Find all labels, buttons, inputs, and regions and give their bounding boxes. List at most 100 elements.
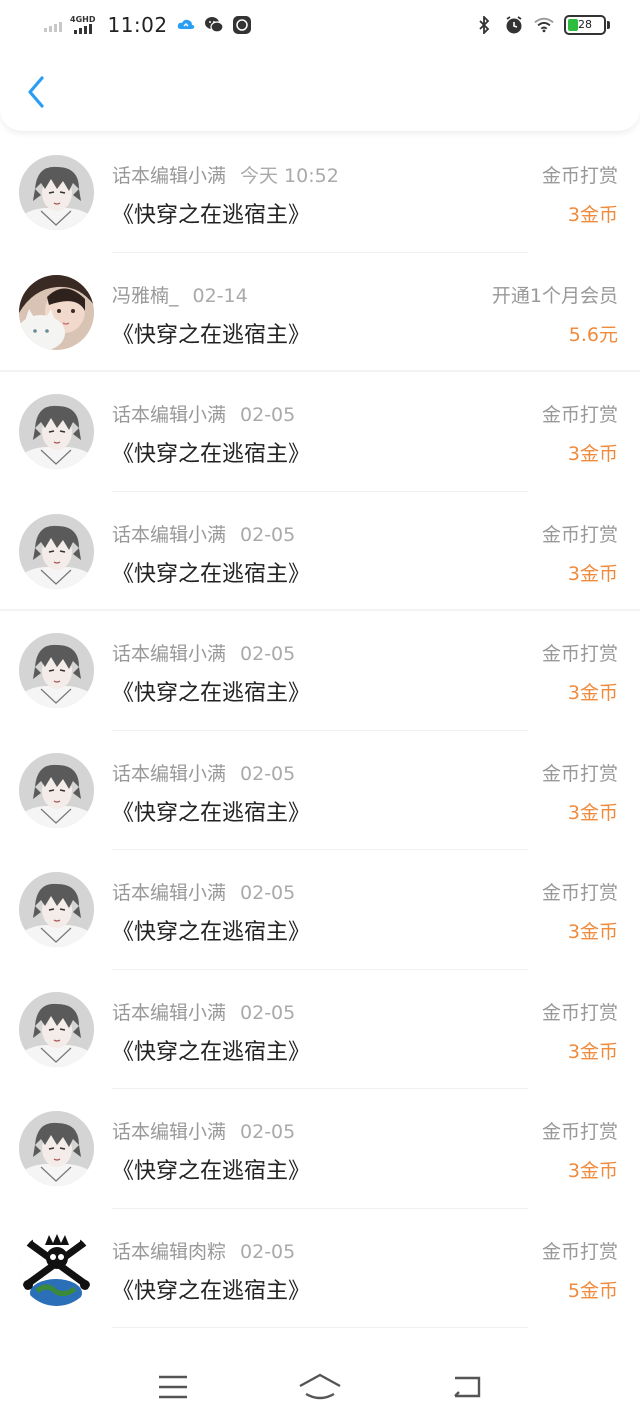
record-amount: 5金币	[567, 1279, 618, 1302]
row-divider	[112, 1327, 528, 1328]
list-item[interactable]: 话本编辑小满 02-05 《快穿之在逃宿主》 金币打赏 3金币	[0, 970, 640, 1089]
record-type: 金币打赏	[541, 165, 618, 187]
list-item[interactable]: 冯雅楠_ 02-14 《快穿之在逃宿主》 开通1个月会员 5.6元	[0, 253, 640, 372]
record-type: 金币打赏	[541, 404, 618, 426]
user-name: 话本编辑小满	[112, 1121, 227, 1143]
record-amount: 3金币	[567, 1160, 618, 1182]
user-line: 话本编辑小满 02-05	[112, 639, 295, 666]
app-notification-icon	[232, 15, 252, 35]
list-item[interactable]: 话本编辑小满 02-05 《快穿之在逃宿主》 金币打赏 3金币	[0, 1089, 640, 1209]
user-line: 话本编辑小满 02-05	[112, 878, 295, 905]
user-line: 话本编辑肉粽 02-05	[112, 1237, 295, 1264]
user-line: 话本编辑小满 02-05	[112, 759, 295, 786]
record-amount: 3金币	[567, 1040, 618, 1063]
battery-icon: 28	[564, 15, 610, 35]
record-list: 话本编辑小满 今天 10:52 《快穿之在逃宿主》 金币打赏 3金币 冯雅楠_ 02…	[0, 133, 640, 1328]
book-title: 《快穿之在逃宿主》	[112, 800, 311, 826]
book-title: 《快穿之在逃宿主》	[112, 1278, 311, 1304]
anime-avatar[interactable]	[19, 1111, 94, 1186]
back-button[interactable]	[18, 74, 54, 114]
user-name: 话本编辑小满	[112, 882, 227, 904]
girl-cat-avatar[interactable]	[19, 274, 94, 350]
user-name: 话本编辑小满	[112, 165, 227, 187]
record-date: 02-05	[240, 1001, 296, 1024]
user-line: 话本编辑小满 今天 10:52	[112, 161, 339, 188]
anime-avatar[interactable]	[19, 633, 94, 708]
user-name: 话本编辑肉粽	[112, 1240, 227, 1263]
record-date: 02-05	[240, 643, 296, 665]
record-amount: 3金币	[567, 443, 618, 465]
menu-icon	[157, 1374, 189, 1404]
record-date: 02-05	[240, 1121, 296, 1143]
chevron-left-icon	[26, 75, 46, 113]
record-amount: 3金币	[567, 801, 618, 824]
page-header	[0, 50, 640, 132]
list-item[interactable]: 话本编辑小满 今天 10:52 《快穿之在逃宿主》 金币打赏 3金币	[0, 133, 640, 253]
list-item[interactable]: 话本编辑小满 02-05 《快穿之在逃宿主》 金币打赏 3金币	[0, 492, 640, 611]
record-date: 02-05	[240, 523, 296, 546]
anime-avatar[interactable]	[19, 872, 94, 947]
anime-avatar[interactable]	[19, 155, 94, 230]
record-date: 02-05	[240, 762, 296, 785]
home-icon	[298, 1372, 342, 1406]
record-date: 02-14	[192, 284, 248, 307]
bluetooth-icon	[474, 15, 494, 35]
record-type: 金币打赏	[541, 762, 618, 785]
network-indicator: 4GHD	[70, 16, 95, 34]
user-line: 冯雅楠_ 02-14	[112, 281, 248, 308]
record-type: 金币打赏	[541, 1121, 618, 1143]
home-button[interactable]	[290, 1369, 350, 1409]
record-type: 金币打赏	[541, 1001, 618, 1024]
anime-avatar[interactable]	[19, 394, 94, 469]
skull-globe-avatar[interactable]	[19, 1230, 94, 1306]
user-name: 话本编辑小满	[112, 1001, 227, 1024]
system-nav-bar	[0, 1356, 640, 1422]
menu-button[interactable]	[143, 1369, 203, 1409]
anime-avatar[interactable]	[19, 513, 94, 589]
user-name: 话本编辑小满	[112, 643, 227, 665]
record-amount: 3金币	[567, 921, 618, 943]
user-name: 话本编辑小满	[112, 404, 227, 426]
record-type: 金币打赏	[541, 1240, 618, 1263]
user-line: 话本编辑小满 02-05	[112, 1117, 295, 1144]
user-name: 冯雅楠_	[112, 284, 179, 307]
battery-level: 28	[578, 18, 592, 31]
record-amount: 3金币	[567, 562, 618, 585]
user-name: 话本编辑小满	[112, 762, 227, 785]
back-icon	[451, 1374, 483, 1404]
record-type: 开通1个月会员	[491, 284, 618, 307]
anime-avatar[interactable]	[19, 991, 94, 1067]
list-item[interactable]: 话本编辑小满 02-05 《快穿之在逃宿主》 金币打赏 3金币	[0, 850, 640, 970]
book-title: 《快穿之在逃宿主》	[112, 322, 311, 348]
network-type: 4GHD	[70, 15, 96, 24]
signal-icon	[44, 18, 62, 32]
record-type: 金币打赏	[541, 643, 618, 665]
book-title: 《快穿之在逃宿主》	[112, 1159, 311, 1184]
cloud-sync-icon	[176, 15, 196, 35]
record-date: 02-05	[240, 1240, 296, 1263]
back-nav-button[interactable]	[437, 1369, 497, 1409]
wifi-icon	[534, 15, 554, 35]
status-bar: 4GHD 11:02 28	[0, 0, 640, 50]
list-item[interactable]: 话本编辑肉粽 02-05 《快穿之在逃宿主》 金币打赏 5金币	[0, 1209, 640, 1328]
user-line: 话本编辑小满 02-05	[112, 400, 295, 427]
book-title: 《快穿之在逃宿主》	[112, 442, 311, 467]
user-line: 话本编辑小满 02-05	[112, 998, 295, 1025]
record-type: 金币打赏	[541, 523, 618, 546]
record-type: 金币打赏	[541, 882, 618, 904]
record-amount: 5.6元	[568, 323, 618, 346]
alarm-icon	[504, 15, 524, 35]
record-date: 02-05	[240, 882, 296, 904]
record-amount: 3金币	[567, 682, 618, 704]
list-item[interactable]: 话本编辑小满 02-05 《快穿之在逃宿主》 金币打赏 3金币	[0, 731, 640, 850]
list-item[interactable]: 话本编辑小满 02-05 《快穿之在逃宿主》 金币打赏 3金币	[0, 611, 640, 731]
user-line: 话本编辑小满 02-05	[112, 520, 295, 547]
book-title: 《快穿之在逃宿主》	[112, 203, 311, 228]
record-date: 今天 10:52	[240, 165, 339, 187]
book-title: 《快穿之在逃宿主》	[112, 681, 311, 706]
list-item[interactable]: 话本编辑小满 02-05 《快穿之在逃宿主》 金币打赏 3金币	[0, 372, 640, 492]
wechat-icon	[204, 15, 224, 35]
record-amount: 3金币	[567, 204, 618, 226]
record-date: 02-05	[240, 404, 296, 426]
anime-avatar[interactable]	[19, 752, 94, 828]
